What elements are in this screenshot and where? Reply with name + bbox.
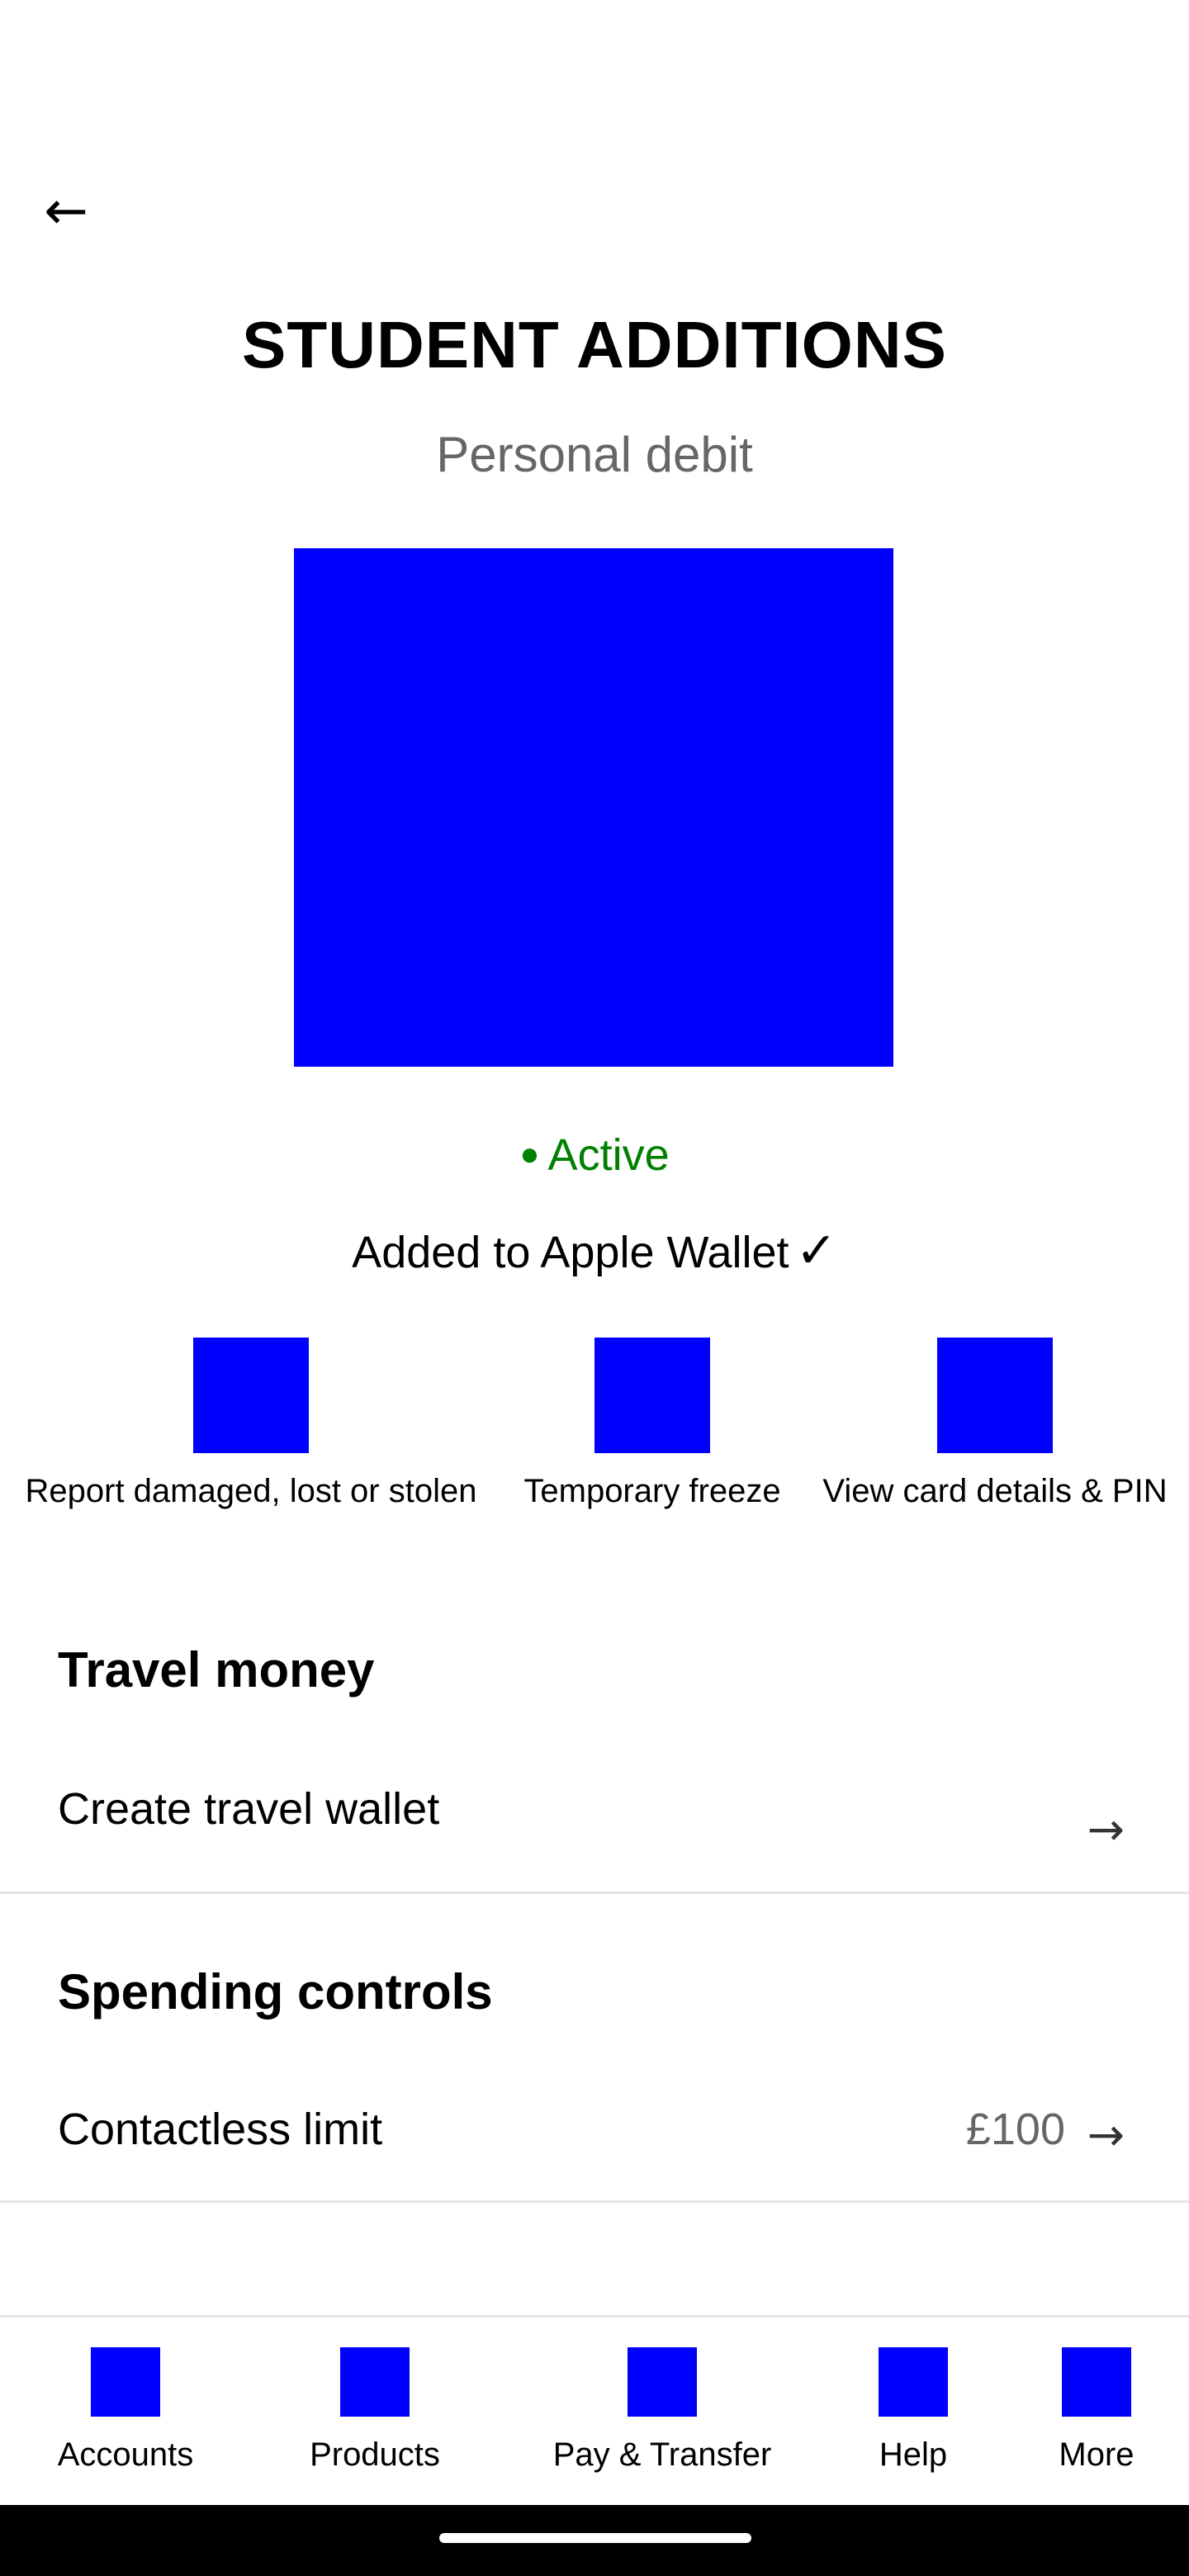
pay-transfer-icon bbox=[628, 2347, 697, 2417]
create-travel-wallet-row[interactable]: Create travel wallet → bbox=[0, 1750, 1189, 1894]
arrow-right-icon: → bbox=[1087, 1803, 1125, 1855]
row-label: Contactless limit bbox=[58, 2105, 383, 2154]
temporary-freeze-button[interactable]: Temporary freeze bbox=[512, 1338, 793, 1510]
tab-label: More bbox=[1059, 2436, 1135, 2473]
tab-label: Products bbox=[310, 2436, 440, 2473]
contactless-limit-row[interactable]: Contactless limit £100 → bbox=[0, 2069, 1189, 2203]
spending-controls-heading: Spending controls bbox=[58, 1964, 493, 2020]
products-icon bbox=[340, 2347, 410, 2417]
tab-label: Accounts bbox=[57, 2436, 194, 2473]
travel-money-heading: Travel money bbox=[58, 1642, 375, 1698]
tab-more[interactable]: More bbox=[1014, 2347, 1179, 2474]
action-label: Temporary freeze bbox=[523, 1473, 781, 1509]
tab-pay-transfer[interactable]: Pay & Transfer bbox=[538, 2347, 786, 2474]
status-text: Active bbox=[547, 1130, 670, 1180]
tab-help[interactable]: Help bbox=[831, 2347, 996, 2474]
tab-products[interactable]: Products bbox=[292, 2347, 457, 2474]
tab-accounts[interactable]: Accounts bbox=[43, 2347, 208, 2474]
system-navigation-bar bbox=[0, 2505, 1189, 2576]
action-label: Report damaged, lost or stolen bbox=[25, 1473, 477, 1509]
help-icon bbox=[879, 2347, 948, 2417]
more-icon bbox=[1062, 2347, 1131, 2417]
freeze-icon bbox=[594, 1338, 710, 1453]
card-image[interactable] bbox=[294, 548, 893, 1067]
card-details-icon bbox=[937, 1338, 1053, 1453]
view-card-details-pin-button[interactable]: View card details & PIN bbox=[809, 1338, 1181, 1510]
tab-label: Pay & Transfer bbox=[552, 2436, 772, 2473]
tab-label: Help bbox=[879, 2436, 948, 2473]
card-status: ● Active bbox=[0, 1129, 1189, 1181]
arrow-right-icon: → bbox=[1087, 2109, 1125, 2161]
check-icon: ✓ bbox=[795, 1222, 837, 1280]
wallet-text: Added to Apple Wallet bbox=[352, 1228, 789, 1277]
home-indicator[interactable] bbox=[439, 2533, 751, 2543]
status-dot-icon: ● bbox=[519, 1136, 540, 1172]
report-damaged-lost-stolen-button[interactable]: Report damaged, lost or stolen bbox=[3, 1338, 499, 1510]
row-label: Create travel wallet bbox=[58, 1784, 440, 1834]
back-arrow-icon[interactable]: ← bbox=[36, 182, 96, 241]
apple-wallet-status: Added to Apple Wallet ✓ bbox=[0, 1222, 1189, 1280]
action-label: View card details & PIN bbox=[822, 1473, 1168, 1509]
accounts-icon bbox=[91, 2347, 160, 2417]
report-icon bbox=[193, 1338, 309, 1453]
page-title: STUDENT ADDITIONS bbox=[241, 308, 948, 381]
contactless-limit-value: £100 bbox=[965, 2105, 1065, 2154]
card-type-subtitle: Personal debit bbox=[436, 427, 753, 482]
bottom-tab-bar: Accounts Products Pay & Transfer Help Mo… bbox=[0, 2315, 1189, 2505]
